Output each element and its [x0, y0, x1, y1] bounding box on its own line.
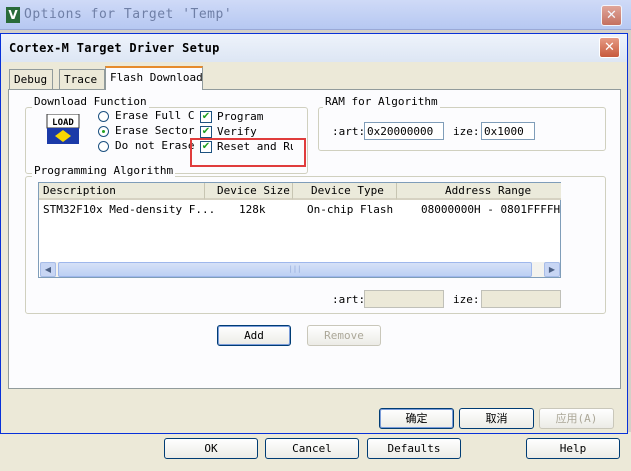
load-icon-text: LOAD — [52, 118, 74, 128]
erase-full-chip-radio[interactable] — [98, 111, 109, 122]
outer-window-title: Options for Target 'Temp' — [24, 7, 233, 22]
scroll-left-icon[interactable]: ◀ — [40, 262, 56, 277]
download-function-label: Download Function — [32, 95, 149, 108]
outer-button-bar: OK Cancel Defaults Help — [0, 432, 631, 471]
apply-button[interactable]: 应用(A) — [539, 408, 614, 429]
algo-size-label: ize: — [453, 293, 480, 306]
erase-sector-radio[interactable] — [98, 126, 109, 137]
scroll-thumb[interactable]: ||| — [58, 262, 532, 277]
algo-size-input[interactable] — [481, 290, 561, 308]
tab-debug[interactable]: Debug — [9, 69, 53, 89]
do-not-erase-radio[interactable] — [98, 141, 109, 152]
outer-help-button[interactable]: Help — [526, 438, 620, 459]
outer-close-button[interactable]: ✕ — [601, 5, 622, 26]
column-header-address-range[interactable]: Address Range — [397, 183, 561, 200]
ram-start-input[interactable]: 0x20000000 — [364, 122, 444, 140]
row-type: On-chip Flash — [307, 203, 394, 216]
row-address-range: 08000000H - 0801FFFFH — [421, 203, 561, 216]
verify-label: Verify — [217, 125, 257, 138]
column-header-description[interactable]: Description — [39, 183, 205, 200]
erase-sector-label: Erase Sector — [115, 124, 195, 137]
ram-size-label: ize: — [453, 125, 480, 138]
outer-cancel-button[interactable]: Cancel — [265, 438, 359, 459]
algo-start-label: :art: — [332, 293, 366, 306]
tab-trace[interactable]: Trace — [59, 69, 105, 89]
dialog-close-button[interactable]: ✕ — [599, 37, 620, 58]
column-header-device-size[interactable]: Device Size — [205, 183, 293, 200]
outer-defaults-button[interactable]: Defaults — [367, 438, 461, 459]
add-button[interactable]: Add — [217, 325, 291, 346]
dialog-title: Cortex-M Target Driver Setup — [9, 41, 220, 55]
dialog-titlebar: Cortex-M Target Driver Setup ✕ — [1, 34, 627, 62]
tab-flash-download[interactable]: Flash Download — [105, 66, 203, 90]
erase-full-chip-label: Erase Full C — [115, 109, 195, 122]
outer-ok-button[interactable]: OK — [164, 438, 258, 459]
annotation-highlight-box — [190, 138, 306, 167]
row-description: STM32F10x Med-density F... — [43, 203, 216, 216]
program-label: Program — [217, 110, 264, 123]
load-icon: LOAD — [46, 113, 80, 146]
algo-start-input[interactable] — [364, 290, 444, 308]
ram-size-input[interactable]: 0x1000 — [481, 122, 535, 140]
programming-algorithm-label: Programming Algorithm — [32, 164, 176, 177]
algorithm-table: Description Device Size Device Type Addr… — [38, 182, 561, 278]
keil-logo-icon: V — [6, 7, 20, 23]
cancel-button[interactable]: 取消 — [459, 408, 534, 429]
verify-checkbox[interactable]: ✔ — [200, 126, 212, 138]
ok-button[interactable]: 确定 — [379, 408, 454, 429]
close-icon: ✕ — [604, 40, 615, 55]
program-checkbox[interactable]: ✔ — [200, 111, 212, 123]
scroll-right-icon[interactable]: ▶ — [544, 262, 560, 277]
horizontal-scrollbar[interactable]: ◀ ||| ▶ — [40, 262, 560, 277]
column-header-device-type[interactable]: Device Type — [293, 183, 397, 200]
close-icon: ✕ — [606, 8, 617, 23]
table-row[interactable]: STM32F10x Med-density F... 128k On-chip … — [39, 201, 560, 217]
remove-button[interactable]: Remove — [307, 325, 381, 346]
row-size: 128k — [239, 203, 266, 216]
outer-titlebar: V Options for Target 'Temp' ✕ — [0, 0, 631, 30]
ram-start-label: :art: — [332, 125, 366, 138]
do-not-erase-label: Do not Erase — [115, 139, 195, 152]
ram-for-algorithm-label: RAM for Algorithm — [323, 95, 440, 108]
target-driver-dialog: Cortex-M Target Driver Setup ✕ Debug Tra… — [0, 33, 628, 434]
